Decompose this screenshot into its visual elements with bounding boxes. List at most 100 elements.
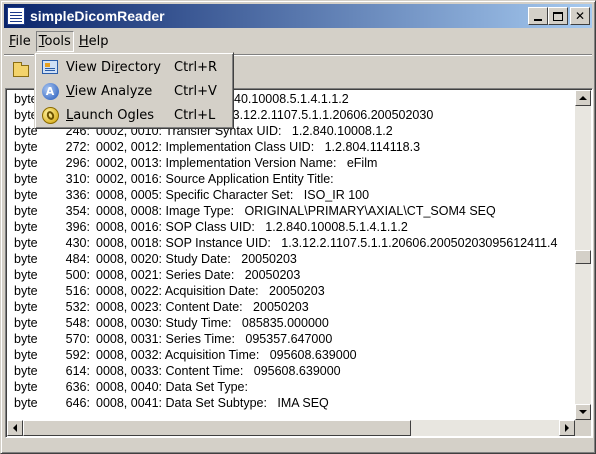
menu-item-label: Launch Ogles xyxy=(66,108,154,123)
arrow-down-icon xyxy=(579,410,587,414)
list-item[interactable]: byte 396: 0008, 0016: SOP Class UID: 1.2.8… xyxy=(8,219,576,235)
row-type: byte xyxy=(14,172,38,186)
list-rows: bytee SOP Class UID: 1.2.840.10008.5.1.4… xyxy=(8,91,576,419)
vertical-scrollbar[interactable] xyxy=(575,90,591,420)
list-item[interactable]: byte 646: 0008, 0041: Data Set Subtype: IM… xyxy=(8,395,576,411)
list-item[interactable]: byte 310: 0002, 0016: Source Application E… xyxy=(8,171,576,187)
minimize-button[interactable] xyxy=(528,7,548,25)
label-post: aunch Ogles xyxy=(73,107,155,123)
row-offset: 396: xyxy=(65,220,90,234)
row-text: 0008, 0022: Acquisition Date: 20050203 xyxy=(96,284,325,298)
scroll-right-button[interactable] xyxy=(559,420,575,436)
list-item[interactable]: byte 354: 0008, 0008: Image Type: ORIGINAL… xyxy=(8,203,576,219)
row-type: byte xyxy=(14,332,38,346)
list-item[interactable]: byte 516: 0008, 0022: Acquisition Date: 20… xyxy=(8,283,576,299)
row-offset: 592: xyxy=(65,348,90,362)
row-type: byte xyxy=(14,268,38,282)
label-post: iew Analyze xyxy=(74,83,153,99)
menu-item-view-analyze[interactable]: A View Analyze Ctrl+V xyxy=(37,79,231,103)
menu-help-label: elp xyxy=(88,33,109,49)
row-text: 0008, 0005: Specific Character Set: ISO_… xyxy=(96,188,370,202)
row-type: byte xyxy=(14,348,38,362)
row-type: byte xyxy=(14,140,38,154)
menu-help[interactable]: Help xyxy=(76,31,112,52)
row-text: 0008, 0031: Series Time: 095357.647000 xyxy=(96,332,333,346)
row-type: byte xyxy=(14,188,38,202)
folder-open-icon xyxy=(13,62,29,77)
row-text: 0002, 0012: Implementation Class UID: 1.… xyxy=(96,140,421,154)
scrollbar-corner xyxy=(575,420,591,436)
list-item[interactable]: byte 614: 0008, 0033: Content Time: 095608… xyxy=(8,363,576,379)
menu-item-view-directory[interactable]: View Directory Ctrl+R xyxy=(37,55,231,79)
list-item[interactable]: byte 592: 0008, 0032: Acquisition Time: 09… xyxy=(8,347,576,363)
list-item[interactable]: byte 636: 0008, 0040: Data Set Type: xyxy=(8,379,576,395)
vertical-scroll-thumb[interactable] xyxy=(575,250,591,264)
row-text: 0008, 0030: Study Time: 085835.000000 xyxy=(96,316,329,330)
menu-tools[interactable]: Tools xyxy=(35,30,74,52)
menu-tools-label: ools xyxy=(44,33,71,49)
row-offset: 516: xyxy=(65,284,90,298)
close-icon: ✕ xyxy=(574,9,586,23)
row-offset: 500: xyxy=(65,268,90,282)
dicom-tag-list[interactable]: bytee SOP Class UID: 1.2.840.10008.5.1.4… xyxy=(5,88,593,438)
title-bar[interactable]: simpleDicomReader ✕ xyxy=(4,4,592,28)
list-item[interactable]: byte 570: 0008, 0031: Series Time: 095357.… xyxy=(8,331,576,347)
row-offset: 272: xyxy=(65,140,90,154)
list-item[interactable]: byte 484: 0008, 0020: Study Date: 20050203 xyxy=(8,251,576,267)
row-type: byte xyxy=(14,284,38,298)
menu-item-launch-ogles[interactable]: Launch Ogles Ctrl+L xyxy=(37,103,231,127)
maximize-button[interactable] xyxy=(548,7,568,25)
menu-item-shortcut: Ctrl+V xyxy=(174,83,217,99)
row-offset: 296: xyxy=(65,156,90,170)
label-hotkey: V xyxy=(66,83,75,99)
arrow-right-icon xyxy=(565,424,569,432)
row-text: 0008, 0018: SOP Instance UID: 1.3.12.2.1… xyxy=(96,236,558,250)
row-type: byte xyxy=(14,204,38,218)
minimize-icon xyxy=(534,19,542,21)
scroll-left-button[interactable] xyxy=(7,420,23,436)
caption-buttons: ✕ xyxy=(528,7,590,25)
ogles-icon xyxy=(40,105,60,125)
row-type: byte xyxy=(14,396,38,410)
row-type: byte xyxy=(14,300,38,314)
row-type: byte xyxy=(14,236,38,250)
tools-dropdown-menu: View Directory Ctrl+R A View Analyze Ctrl+V L… xyxy=(34,52,234,129)
app-icon[interactable] xyxy=(7,7,25,25)
scroll-down-button[interactable] xyxy=(575,404,591,420)
row-type: byte xyxy=(14,156,38,170)
horizontal-scroll-thumb[interactable] xyxy=(23,420,411,436)
row-offset: 570: xyxy=(65,332,90,346)
row-type: byte xyxy=(14,252,38,266)
row-offset: 636: xyxy=(65,380,90,394)
row-offset: 336: xyxy=(65,188,90,202)
close-button[interactable]: ✕ xyxy=(570,7,590,25)
row-text: 0008, 0021: Series Date: 20050203 xyxy=(96,268,301,282)
list-item[interactable]: byte 336: 0008, 0005: Specific Character S… xyxy=(8,187,576,203)
row-text: 0002, 0013: Implementation Version Name:… xyxy=(96,156,378,170)
row-offset: 646: xyxy=(65,396,90,410)
scroll-up-button[interactable] xyxy=(575,90,591,106)
list-item[interactable]: byte 532: 0008, 0023: Content Date: 200502… xyxy=(8,299,576,315)
menu-item-shortcut: Ctrl+L xyxy=(174,107,216,123)
list-item[interactable]: byte 296: 0002, 0013: Implementation Versi… xyxy=(8,155,576,171)
menu-bar: File Tools Help xyxy=(4,30,592,52)
app-window: simpleDicomReader ✕ File Tools Help byte… xyxy=(0,0,596,454)
list-item[interactable]: byte 430: 0008, 0018: SOP Instance UID: 1.… xyxy=(8,235,576,251)
label-post: ectory xyxy=(119,59,161,75)
row-text: 0002, 0016: Source Application Entity Ti… xyxy=(96,172,334,186)
list-item[interactable]: byte 500: 0008, 0021: Series Date: 2005020… xyxy=(8,267,576,283)
row-offset: 548: xyxy=(65,316,90,330)
arrow-up-icon xyxy=(579,96,587,100)
open-button[interactable] xyxy=(9,59,33,83)
row-offset: 484: xyxy=(65,252,90,266)
horizontal-scrollbar[interactable] xyxy=(7,420,575,436)
list-item[interactable]: byte 272: 0002, 0012: Implementation Class… xyxy=(8,139,576,155)
list-item[interactable]: byte 548: 0008, 0030: Study Time: 085835.0… xyxy=(8,315,576,331)
row-offset: 532: xyxy=(65,300,90,314)
menu-file[interactable]: File xyxy=(6,31,34,52)
menu-item-shortcut: Ctrl+R xyxy=(174,59,218,75)
row-type: byte xyxy=(14,316,38,330)
row-text: 0008, 0041: Data Set Subtype: IMA SEQ xyxy=(96,396,329,410)
menu-help-hotkey: H xyxy=(78,33,89,49)
analyze-icon: A xyxy=(40,81,60,101)
